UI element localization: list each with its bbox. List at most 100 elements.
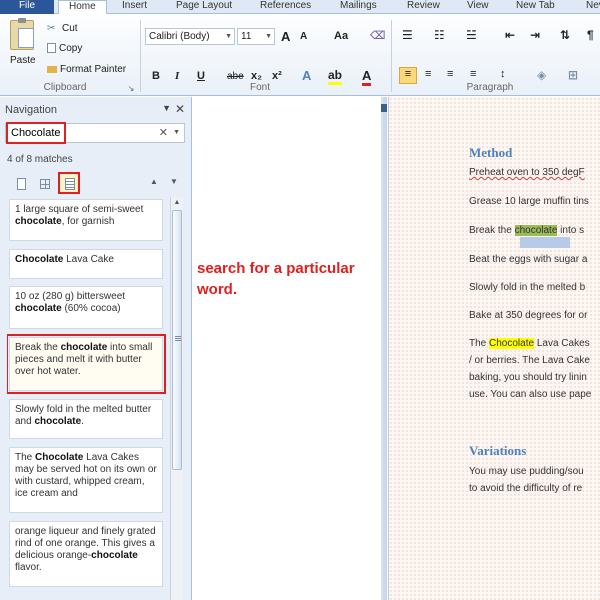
shrink-font-button[interactable]: A xyxy=(300,31,307,42)
change-case-button[interactable]: Aa xyxy=(334,30,348,42)
decrease-indent-icon[interactable]: ⇤ xyxy=(505,28,515,42)
search-result[interactable]: Chocolate Lava Cake xyxy=(9,249,163,279)
clear-search-icon[interactable]: ✕ xyxy=(159,124,168,142)
grow-font-button[interactable]: A xyxy=(281,29,290,44)
clipboard-group-label: Clipboard xyxy=(43,82,87,93)
superscript-button[interactable]: x² xyxy=(272,70,282,82)
paragraph-group-label: Paragraph xyxy=(466,82,514,93)
increase-indent-icon[interactable]: ⇥ xyxy=(530,28,540,42)
search-result[interactable]: Slowly fold in the melted butter and cho… xyxy=(9,399,163,439)
current-match-highlight: chocolate xyxy=(514,225,558,236)
heading-method: Method xyxy=(469,145,513,160)
bold-button[interactable]: B xyxy=(152,70,160,82)
search-result[interactable]: 1 large square of semi-sweet chocolate, … xyxy=(9,199,163,241)
doc-line: Slowly fold in the melted b xyxy=(469,282,586,293)
vertical-ruler xyxy=(381,97,387,600)
paste-button[interactable]: Paste xyxy=(10,55,36,66)
subscript-button[interactable]: x₂ xyxy=(251,70,262,82)
previous-result-icon[interactable]: ▲ xyxy=(150,177,158,186)
numbering-icon[interactable]: ☷ xyxy=(434,28,445,42)
headings-view-icon xyxy=(17,178,26,190)
browse-results-button[interactable] xyxy=(58,172,80,194)
font-group-label: Font xyxy=(249,82,270,93)
search-result[interactable]: 10 oz (280 g) bittersweet chocolate (60%… xyxy=(9,286,163,329)
copy-button[interactable]: Copy xyxy=(47,43,82,54)
scissors-icon: ✂ xyxy=(47,23,56,35)
tab-page-layout[interactable]: Page Layout xyxy=(176,0,232,14)
align-right-icon[interactable]: ≡ xyxy=(447,68,453,80)
italic-button[interactable]: I xyxy=(175,70,179,82)
search-result-selected[interactable]: Break the chocolate into small pieces an… xyxy=(7,334,166,394)
text-effects-icon[interactable]: A xyxy=(302,68,311,83)
font-size-combo[interactable]: 11 ▼ xyxy=(237,28,275,45)
tab-nev[interactable]: Nev xyxy=(586,0,600,14)
tab-mailings[interactable]: Mailings xyxy=(340,0,377,14)
line-spacing-icon[interactable]: ↕ xyxy=(500,68,506,80)
doc-line: You may use pudding/sou xyxy=(469,466,584,477)
blank-area xyxy=(193,97,386,600)
match-highlight: Chocolate xyxy=(489,338,535,349)
document-page[interactable]: Method Preheat oven to 350 degF Grease 1… xyxy=(388,97,600,600)
font-color-icon[interactable]: A xyxy=(362,68,372,86)
search-result[interactable]: orange liqueur and finely grated rind of… xyxy=(9,521,163,587)
paintbrush-icon xyxy=(47,65,57,73)
navigation-pane-title: Navigation xyxy=(5,104,57,116)
tab-review[interactable]: Review xyxy=(407,0,440,14)
clipboard-dialog-launcher-icon[interactable]: ↘ xyxy=(126,84,136,93)
justify-icon[interactable]: ≡ xyxy=(470,68,476,80)
scrollbar-thumb[interactable] xyxy=(172,210,182,470)
navigation-pane: Navigation ▼ ✕ Chocolate ✕ ▼ 4 of 8 matc… xyxy=(0,97,192,600)
shading-icon[interactable]: ◈ xyxy=(537,68,546,82)
underline-button[interactable]: U xyxy=(197,70,205,82)
chevron-down-icon: ▼ xyxy=(225,33,232,40)
tab-home[interactable]: Home xyxy=(58,0,107,15)
cut-button[interactable]: ✂ Cut xyxy=(47,23,78,34)
ribbon-tab-bar: File Home Insert Page Layout References … xyxy=(0,0,600,15)
search-input-value: Chocolate xyxy=(6,122,66,144)
borders-icon[interactable]: ⊞ xyxy=(568,68,578,82)
scroll-up-icon[interactable]: ▲ xyxy=(171,197,183,209)
format-painter-button[interactable]: Format Painter xyxy=(47,64,126,75)
sort-icon[interactable]: ⇅ xyxy=(560,28,570,42)
ruler-marker[interactable] xyxy=(381,104,387,112)
clear-formatting-icon[interactable]: ⌫ xyxy=(370,29,386,42)
close-icon[interactable]: ✕ xyxy=(175,102,185,116)
next-result-icon[interactable]: ▼ xyxy=(170,177,178,186)
search-input[interactable]: Chocolate ✕ ▼ xyxy=(5,122,185,144)
doc-line: baking, you should try linin xyxy=(469,372,587,383)
tab-view[interactable]: View xyxy=(467,0,489,14)
tutorial-annotation: search for a particular word. xyxy=(197,260,355,298)
browse-headings-button[interactable] xyxy=(11,174,29,192)
chevron-down-icon[interactable]: ▼ xyxy=(173,124,180,142)
pages-view-icon xyxy=(40,179,50,189)
tab-insert[interactable]: Insert xyxy=(122,0,147,14)
doc-line: Grease 10 large muffin tins xyxy=(469,196,589,207)
results-view-icon xyxy=(65,178,75,190)
ribbon: Paste ✂ Cut Copy Format Painter Clipboard… xyxy=(0,14,600,96)
pane-menu-icon[interactable]: ▼ xyxy=(162,103,171,113)
doc-line-highlighted: The Chocolate Lava Cakes xyxy=(469,338,590,349)
align-center-icon[interactable]: ≡ xyxy=(425,68,431,80)
highlight-color-icon[interactable]: ab xyxy=(328,68,343,85)
doc-line: to avoid the difficulty of re xyxy=(469,483,583,494)
heading-variations: Variations xyxy=(469,443,527,458)
strikethrough-button[interactable]: abe xyxy=(227,71,244,82)
doc-line: use. You can also use pape xyxy=(469,389,592,400)
browse-pages-button[interactable] xyxy=(35,174,53,192)
search-result[interactable]: The Chocolate Lava Cakes may be served h… xyxy=(9,447,163,513)
font-name-combo[interactable]: Calibri (Body) ▼ xyxy=(145,28,235,45)
results-scrollbar[interactable]: ▲ xyxy=(170,197,183,600)
tab-new-tab[interactable]: New Tab xyxy=(516,0,555,14)
bullets-icon[interactable]: ☰ xyxy=(402,28,413,42)
chevron-down-icon: ▼ xyxy=(265,33,272,40)
doc-line: Bake at 350 degrees for or xyxy=(469,310,588,321)
doc-line: Beat the eggs with sugar a xyxy=(469,254,588,265)
group-divider xyxy=(140,20,141,92)
tab-references[interactable]: References xyxy=(260,0,311,14)
multilevel-list-icon[interactable]: ☱ xyxy=(466,28,477,42)
copy-icon xyxy=(47,43,56,54)
show-formatting-button[interactable]: ¶ xyxy=(587,28,594,42)
tab-file[interactable]: File xyxy=(0,0,54,14)
selection-highlight xyxy=(520,237,570,248)
align-left-icon[interactable]: ≡ xyxy=(399,67,417,84)
